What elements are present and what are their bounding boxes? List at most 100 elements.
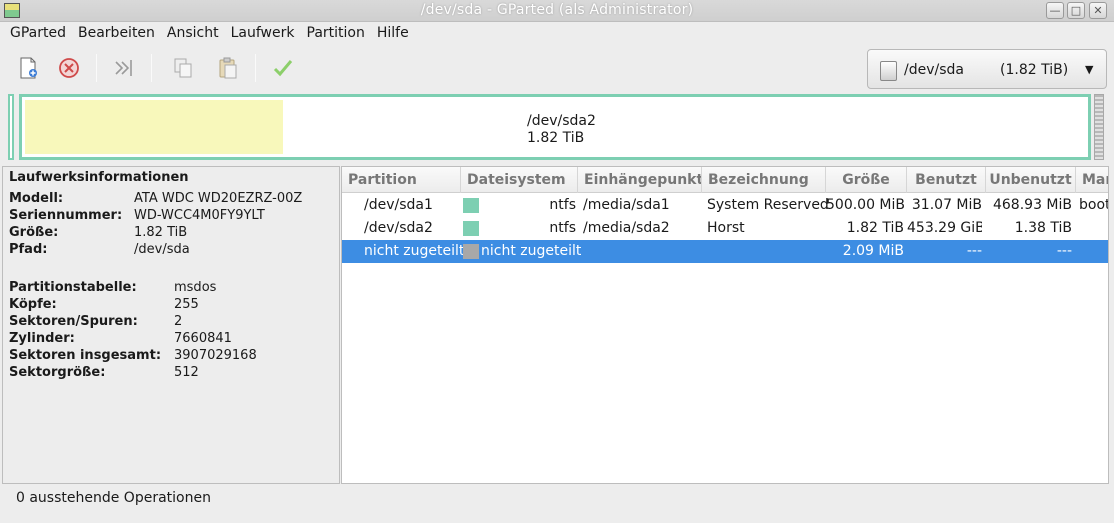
toolbar-separator (96, 54, 97, 82)
cell-mountpoint: /media/sda1 (583, 197, 670, 213)
info-value: ATA WDC WD20EZRZ-00Z (134, 191, 303, 206)
delete-button[interactable] (54, 53, 84, 83)
close-button[interactable]: ✕ (1089, 2, 1107, 19)
new-partition-button[interactable] (13, 53, 43, 83)
info-value: 2 (174, 314, 183, 329)
column-header-label[interactable]: Bezeichnung (702, 167, 826, 193)
title-bar: /dev/sda - GParted (als Administrator) —… (0, 0, 1114, 22)
cell-flags: boot (1079, 197, 1109, 213)
paste-icon (219, 57, 237, 79)
device-info-panel: Laufwerksinformationen Modell: ATA WDC W… (2, 166, 340, 484)
info-value: 7660841 (174, 331, 232, 346)
hard-disk-icon (880, 61, 897, 81)
diskmap-label-name: /dev/sda2 (527, 113, 596, 129)
cell-used: 453.29 GiB (907, 220, 982, 236)
minimize-button[interactable]: — (1046, 2, 1064, 19)
menu-bearbeiten[interactable]: Bearbeiten (72, 25, 161, 41)
column-header-used[interactable]: Benutzt (907, 167, 986, 193)
disk-map: /dev/sda2 1.82 TiB (6, 92, 1106, 162)
info-key: Pfad: (9, 242, 48, 257)
cell-filesystem: ntfs (549, 197, 576, 213)
apply-icon (273, 60, 293, 77)
info-key: Seriennummer: (9, 208, 123, 223)
cell-used: --- (966, 243, 982, 259)
menu-hilfe[interactable]: Hilfe (371, 25, 415, 41)
cell-label: System Reserved (707, 197, 829, 213)
filesystem-color-swatch (463, 221, 479, 236)
table-row-selected[interactable]: nicht zugeteilt nicht zugeteilt 2.09 MiB… (342, 240, 1108, 263)
menu-ansicht[interactable]: Ansicht (161, 25, 225, 41)
column-header-unused[interactable]: Unbenutzt (986, 167, 1076, 193)
filesystem-color-swatch (463, 198, 479, 213)
apply-button[interactable] (268, 53, 298, 83)
column-header-size[interactable]: Größe (826, 167, 907, 193)
toolbar-separator (255, 54, 256, 82)
device-selector-device: /dev/sda (904, 62, 964, 78)
resize-move-icon (115, 60, 132, 76)
diskmap-unallocated[interactable] (1094, 94, 1104, 160)
paste-button[interactable] (213, 53, 243, 83)
cell-label: Horst (707, 220, 745, 236)
diskmap-partition-sda1[interactable] (8, 94, 14, 160)
info-key: Köpfe: (9, 297, 57, 312)
device-selector[interactable]: /dev/sda (1.82 TiB) ▼ (867, 49, 1107, 89)
info-value: 1.82 TiB (134, 225, 188, 240)
table-header: Partition Dateisystem Einhängepunkt Beze… (342, 167, 1108, 193)
info-value: /dev/sda (134, 242, 190, 257)
diskmap-partition-sda2[interactable]: /dev/sda2 1.82 TiB (19, 94, 1091, 160)
cell-size: 2.09 MiB (842, 243, 904, 259)
diskmap-label: /dev/sda2 1.82 TiB (527, 113, 596, 147)
table-row[interactable]: /dev/sda1 ntfs /media/sda1 System Reserv… (342, 194, 1109, 217)
menu-partition[interactable]: Partition (301, 25, 371, 41)
cell-size: 1.82 TiB (846, 220, 904, 236)
cell-unused: 1.38 TiB (1014, 220, 1072, 236)
partition-table: Partition Dateisystem Einhängepunkt Beze… (341, 166, 1109, 484)
cell-filesystem: ntfs (549, 220, 576, 236)
info-value: WD-WCC4M0FY9YLT (134, 208, 265, 223)
menu-bar: GParted Bearbeiten Ansicht Laufwerk Part… (0, 22, 1114, 44)
new-partition-icon (20, 57, 37, 79)
copy-icon (174, 58, 192, 78)
resize-move-button[interactable] (109, 53, 139, 83)
cell-filesystem: nicht zugeteilt (481, 243, 582, 259)
chevron-down-icon: ▼ (1085, 63, 1094, 76)
info-value: 255 (174, 297, 199, 312)
delete-icon (59, 58, 79, 78)
device-info-heading: Laufwerksinformationen (9, 170, 189, 185)
info-key: Modell: (9, 191, 64, 206)
filesystem-color-swatch (463, 244, 479, 259)
cell-partition: /dev/sda2 (364, 220, 433, 236)
toolbar-separator (151, 54, 152, 82)
cell-partition: nicht zugeteilt (364, 243, 465, 259)
cell-mountpoint: /media/sda2 (583, 220, 670, 236)
column-header-partition[interactable]: Partition (342, 167, 461, 193)
cell-size: 500.00 MiB (826, 197, 904, 213)
info-key: Größe: (9, 225, 59, 240)
copy-button[interactable] (168, 53, 198, 83)
info-value: 512 (174, 365, 199, 380)
diskmap-label-size: 1.82 TiB (527, 130, 585, 146)
menu-gparted[interactable]: GParted (4, 25, 72, 41)
info-key: Sektoren/Spuren: (9, 314, 138, 329)
column-header-flags[interactable]: Mar (1076, 167, 1108, 193)
info-key: Partitionstabelle: (9, 280, 137, 295)
column-header-mountpoint[interactable]: Einhängepunkt (578, 167, 702, 193)
menu-laufwerk[interactable]: Laufwerk (225, 25, 301, 41)
window-title: /dev/sda - GParted (als Administrator) (420, 2, 694, 18)
column-header-filesystem[interactable]: Dateisystem (461, 167, 578, 193)
info-value: msdos (174, 280, 217, 295)
cell-partition: /dev/sda1 (364, 197, 433, 213)
cell-used: 31.07 MiB (911, 197, 982, 213)
device-selector-size: (1.82 TiB) (1000, 62, 1069, 78)
cell-unused: 468.93 MiB (992, 197, 1072, 213)
maximize-button[interactable]: □ (1067, 2, 1085, 19)
info-key: Zylinder: (9, 331, 75, 346)
diskmap-used-space (25, 100, 283, 154)
cell-unused: --- (1056, 243, 1072, 259)
toolbar: /dev/sda (1.82 TiB) ▼ (0, 45, 1114, 91)
info-value: 3907029168 (174, 348, 257, 363)
info-key: Sektoren insgesamt: (9, 348, 162, 363)
table-row[interactable]: /dev/sda2 ntfs /media/sda2 Horst 1.82 Ti… (342, 217, 1108, 240)
status-bar: 0 ausstehende Operationen (16, 490, 211, 506)
info-key: Sektorgröße: (9, 365, 106, 380)
